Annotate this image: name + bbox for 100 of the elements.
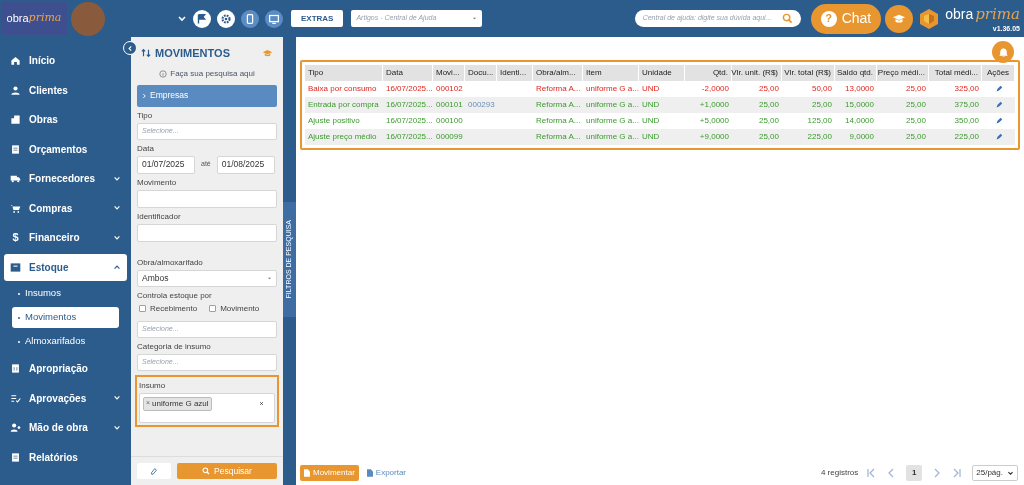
eraser-icon (150, 467, 158, 475)
date-field[interactable]: 01/08/2025 (216, 155, 275, 174)
date-field[interactable]: 01/07/2025 (137, 155, 195, 174)
table-cell: 25,00 (905, 131, 926, 143)
column-header[interactable]: Saldo qtd. (836, 67, 873, 79)
table-cell: UND (642, 115, 660, 127)
table-cell: 000102 (436, 83, 463, 95)
logo: obraprima (1, 2, 67, 35)
table-cell: 000099 (436, 131, 463, 143)
search-icon (202, 467, 211, 475)
sidebar-item[interactable]: Relatórios (4, 443, 127, 471)
sidebar-item[interactable]: Orçamentos (4, 135, 127, 163)
column-header[interactable]: Unidade (642, 67, 672, 79)
truck-icon (10, 173, 21, 184)
column-header[interactable]: Docu... (468, 67, 494, 79)
sidebar-item[interactable]: Mão de obra (4, 414, 127, 441)
table-cell: Reforma A... (536, 131, 581, 143)
column-header[interactable]: Data (386, 67, 403, 79)
sidebar-item[interactable]: Compras (4, 194, 127, 222)
sidebar-item[interactable]: Obras (4, 106, 127, 133)
extras-button[interactable]: EXTRAS (291, 10, 344, 27)
column-header[interactable]: Vlr. unit. (R$) (731, 67, 778, 79)
table-cell: 16/07/2025... (386, 131, 433, 143)
column-header[interactable]: Vlr. total (R$) (784, 67, 831, 79)
page-button[interactable]: 1 (906, 465, 923, 481)
table-cell: 25,00 (811, 99, 832, 111)
building-icon (10, 114, 21, 125)
column-header[interactable]: Obra/alm... (536, 67, 576, 79)
submenu-item[interactable]: Movimentos (12, 307, 119, 328)
collapse-button[interactable] (123, 41, 137, 55)
table-cell: UND (642, 83, 660, 95)
sidebar-item[interactable]: Aprovações (4, 384, 127, 412)
table-cell: uniforme G a... (586, 83, 639, 95)
sidebar-item[interactable]: Estoque (4, 253, 127, 281)
table-cell: Reforma A... (536, 115, 581, 127)
sidebar-item[interactable]: $ Financeiro (4, 224, 127, 251)
column-header[interactable]: Identi... (500, 67, 527, 79)
checkbox[interactable] (139, 305, 146, 312)
table-cell: 16/07/2025... (386, 83, 433, 95)
table-cell: 50,00 (811, 83, 832, 95)
column-header[interactable]: Tipo (308, 67, 324, 79)
edit-button[interactable] (994, 132, 1003, 142)
submenu-item[interactable]: Almoxarifados (12, 331, 119, 352)
column-header[interactable]: Movi... (436, 67, 460, 79)
checkbox-label: Recebimento (150, 302, 198, 315)
table-cell: 350,00 (954, 115, 979, 127)
checklist-icon (10, 392, 21, 404)
field-label: Movimento (137, 176, 178, 189)
companies-section[interactable]: Empresas (137, 84, 277, 107)
phone-button[interactable] (241, 9, 259, 28)
document-icon (366, 469, 373, 477)
edit-button[interactable] (994, 84, 1003, 94)
notifications-button[interactable] (992, 41, 1014, 63)
table-cell: 14,0000 (845, 115, 874, 127)
courses-button[interactable] (885, 4, 914, 33)
field-label: Insumo (139, 379, 167, 392)
table-cell: 225,00 (954, 131, 979, 143)
home-icon (10, 55, 21, 66)
panel-title: MOVIMENTOS (155, 46, 231, 61)
table-cell: 16/07/2025... (386, 99, 433, 111)
search-hint: Faça sua pesquisa aqui (170, 67, 255, 80)
column-header[interactable]: Preço médi... (877, 67, 925, 79)
table-cell: Reforma A... (536, 83, 581, 95)
edit-button[interactable] (994, 116, 1003, 126)
sidebar-item[interactable]: Apropriação (4, 355, 127, 382)
sidebar-item[interactable]: Clientes (4, 76, 127, 104)
monitor-button[interactable] (265, 9, 283, 28)
chevron-left-icon (126, 44, 134, 52)
sidebar-item[interactable]: Fornecedores (4, 165, 127, 192)
export-link[interactable]: Exportar (366, 467, 407, 479)
column-header[interactable]: Ações (986, 67, 1010, 79)
column-header[interactable]: Qtd. (712, 67, 728, 79)
table-cell: Reforma A... (536, 99, 581, 111)
page-size-select[interactable]: 25/pág. (972, 465, 1018, 481)
table-cell: Baixa por consumo (308, 83, 377, 95)
clear-icon (259, 400, 264, 406)
table-cell: uniforme G a... (586, 99, 639, 111)
settings-icon (219, 11, 233, 26)
submenu-item[interactable]: Insumos (12, 283, 119, 304)
flag-button[interactable] (193, 9, 211, 28)
record-count: 4 registros (820, 467, 859, 479)
caret-icon (267, 275, 272, 281)
column-header[interactable]: Total médi... (934, 67, 978, 79)
input-field[interactable] (137, 189, 277, 208)
field-label: Controla estoque por (137, 289, 213, 302)
input-field[interactable] (137, 223, 277, 242)
table-cell: 375,00 (954, 99, 979, 111)
table-cell: 15,0000 (845, 99, 874, 111)
cube-logo-icon (919, 7, 940, 30)
settings-button[interactable] (217, 9, 235, 28)
chevron-right-icon (142, 92, 147, 99)
table-cell: 16/07/2025... (386, 115, 433, 127)
document-icon (10, 143, 21, 155)
column-header[interactable]: Item (586, 67, 602, 79)
search-icon (781, 13, 793, 24)
table-cell: 25,00 (758, 115, 779, 127)
select-field[interactable]: Ambos (137, 269, 277, 287)
sidebar-item[interactable]: Início (4, 47, 127, 74)
edit-button[interactable] (994, 100, 1003, 110)
checkbox[interactable] (209, 305, 217, 312)
